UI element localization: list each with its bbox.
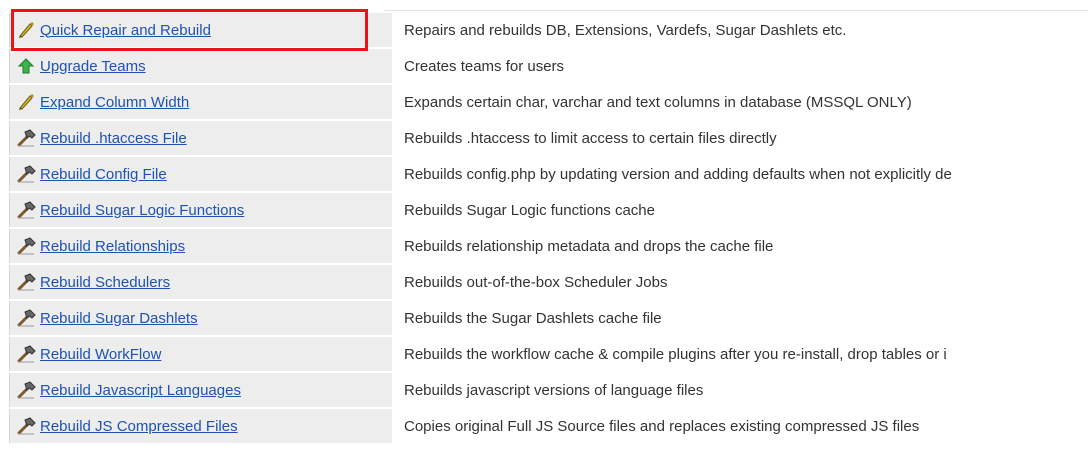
pencil-icon [16, 93, 36, 111]
table-row: Rebuild .htaccess File Rebuilds .htacces… [9, 121, 1088, 155]
hammer-icon [16, 309, 36, 327]
tool-description: Rebuilds out-of-the-box Scheduler Jobs [404, 273, 668, 291]
tool-description: Expands certain char, varchar and text c… [404, 93, 912, 111]
tool-link[interactable]: Rebuild Javascript Languages [40, 382, 241, 399]
tool-link[interactable]: Expand Column Width [40, 94, 189, 111]
tool-description: Copies original Full JS Source files and… [404, 417, 920, 435]
tool-name-cell: Rebuild WorkFlow [9, 337, 392, 371]
table-row: Expand Column Width Expands certain char… [9, 85, 1088, 119]
pencil-icon [16, 21, 36, 39]
hammer-icon [16, 345, 36, 363]
tool-description: Rebuilds relationship metadata and drops… [404, 237, 774, 255]
tool-link[interactable]: Rebuild Config File [40, 166, 167, 183]
up-arrow-icon [16, 57, 36, 75]
tool-name-cell: Rebuild .htaccess File [9, 121, 392, 155]
tool-description: Rebuilds the workflow cache & compile pl… [404, 345, 947, 363]
table-row: Rebuild JS Compressed Files Copies origi… [9, 409, 1088, 443]
hammer-icon [16, 237, 36, 255]
tool-name-cell: Rebuild Sugar Dashlets [9, 301, 392, 335]
hammer-icon [16, 381, 36, 399]
hammer-icon [16, 129, 36, 147]
table-row: Quick Repair and Rebuild Repairs and reb… [9, 13, 1088, 47]
hammer-icon [16, 201, 36, 219]
tool-description: Rebuilds Sugar Logic functions cache [404, 201, 655, 219]
table-row: Rebuild Schedulers Rebuilds out-of-the-b… [9, 265, 1088, 299]
tool-description: Creates teams for users [404, 57, 565, 75]
tool-link[interactable]: Upgrade Teams [40, 58, 146, 75]
table-row: Rebuild Sugar Logic Functions Rebuilds S… [9, 193, 1088, 227]
tool-description: Rebuilds the Sugar Dashlets cache file [404, 309, 662, 327]
tool-name-cell: Rebuild Config File [9, 157, 392, 191]
repair-tools-table: Quick Repair and Rebuild Repairs and reb… [9, 11, 1088, 445]
tool-name-cell: Rebuild Sugar Logic Functions [9, 193, 392, 227]
tool-name-cell: Rebuild Relationships [9, 229, 392, 263]
tool-name-cell: Quick Repair and Rebuild [9, 13, 392, 47]
table-row: Rebuild Relationships Rebuilds relations… [9, 229, 1088, 263]
hammer-icon [16, 273, 36, 291]
table-row: Rebuild Sugar Dashlets Rebuilds the Suga… [9, 301, 1088, 335]
hammer-icon [16, 165, 36, 183]
tool-link[interactable]: Rebuild Schedulers [40, 274, 170, 291]
table-row: Upgrade Teams Creates teams for users [9, 49, 1088, 83]
tool-description: Rebuilds javascript versions of language… [404, 381, 704, 399]
tool-description: Rebuilds .htaccess to limit access to ce… [404, 129, 777, 147]
tool-link[interactable]: Rebuild Sugar Logic Functions [40, 202, 244, 219]
repair-tools-panel: Quick Repair and Rebuild Repairs and reb… [0, 0, 1088, 473]
tool-name-cell: Rebuild Schedulers [9, 265, 392, 299]
tool-link[interactable]: Rebuild .htaccess File [40, 130, 187, 147]
tool-name-cell: Upgrade Teams [9, 49, 392, 83]
table-row: Rebuild WorkFlow Rebuilds the workflow c… [9, 337, 1088, 371]
tool-name-cell: Rebuild JS Compressed Files [9, 409, 392, 443]
tool-link[interactable]: Quick Repair and Rebuild [40, 22, 211, 39]
tool-link[interactable]: Rebuild WorkFlow [40, 346, 161, 363]
tool-link[interactable]: Rebuild Sugar Dashlets [40, 310, 198, 327]
table-row: Rebuild Config File Rebuilds config.php … [9, 157, 1088, 191]
table-row: Rebuild Javascript Languages Rebuilds ja… [9, 373, 1088, 407]
hammer-icon [16, 417, 36, 435]
tool-description: Repairs and rebuilds DB, Extensions, Var… [404, 21, 847, 39]
tool-name-cell: Rebuild Javascript Languages [9, 373, 392, 407]
tool-link[interactable]: Rebuild Relationships [40, 238, 185, 255]
tool-link[interactable]: Rebuild JS Compressed Files [40, 418, 238, 435]
tool-name-cell: Expand Column Width [9, 85, 392, 119]
tool-description: Rebuilds config.php by updating version … [404, 165, 952, 183]
